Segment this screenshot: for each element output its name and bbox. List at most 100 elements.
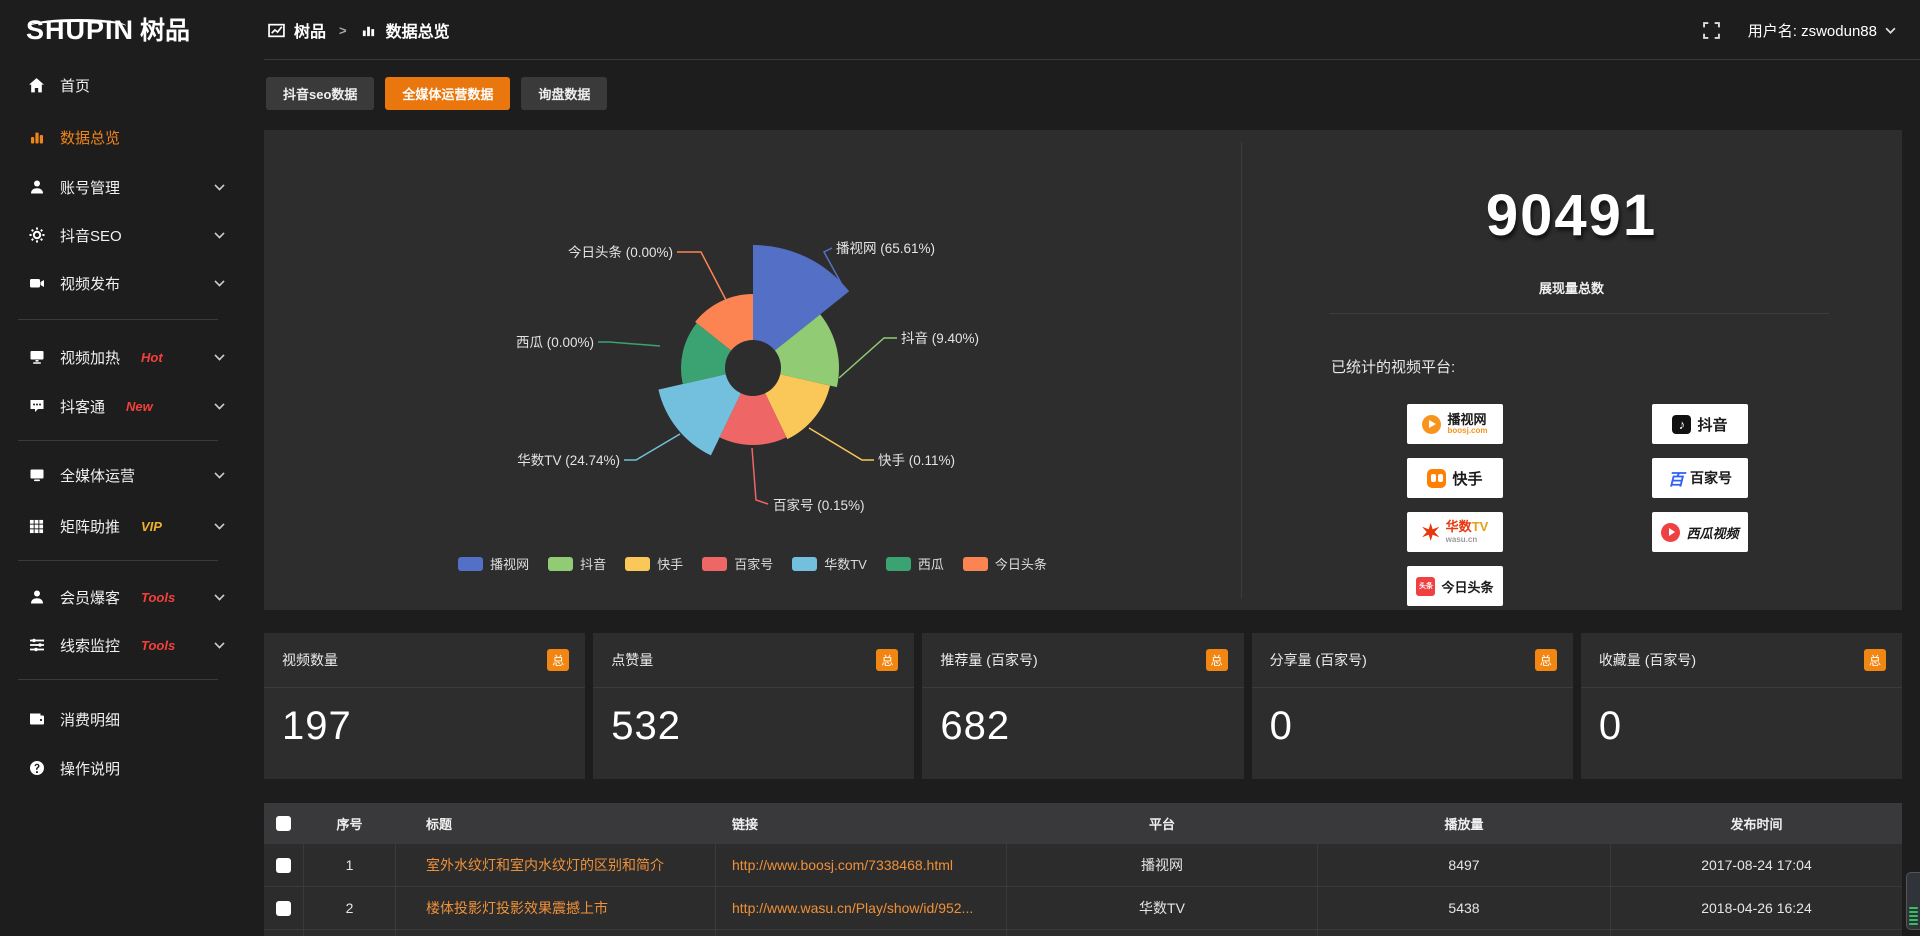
total-badge[interactable]: 总	[1864, 649, 1886, 671]
row-checkbox[interactable]	[276, 858, 291, 873]
sidebar-item-doukewtong[interactable]: 抖客通 New	[0, 391, 240, 421]
legend-item[interactable]: 今日头条	[963, 554, 1047, 573]
xigua-play-icon	[1661, 523, 1680, 542]
sidebar-divider	[18, 440, 218, 441]
sidebar-item-help[interactable]: 操作说明	[0, 753, 240, 783]
platform-logo-douyin: 抖音	[1652, 404, 1748, 444]
cell-no: 1	[304, 844, 396, 886]
video-camera-icon	[28, 275, 45, 292]
video-title-link[interactable]: 楼体投影灯投影效果震撼上市	[426, 898, 608, 918]
table-row: 1 室外水纹灯和室内水纹灯的区别和简介 http://www.boosj.com…	[264, 843, 1902, 886]
floating-widget[interactable]	[1906, 872, 1920, 930]
legend-item[interactable]: 百家号	[702, 554, 773, 573]
gear-icon	[28, 227, 45, 244]
video-url-link[interactable]: http://www.wasu.cn/Play/show/id/952...	[732, 900, 973, 916]
legend-item[interactable]: 抖音	[548, 554, 606, 573]
user-menu[interactable]: 用户名: zswodun88	[1748, 20, 1896, 41]
cell-time: 2017-08-24 17:04	[1611, 844, 1902, 886]
sidebar-item-member-burst[interactable]: 会员爆客 Tools	[0, 582, 240, 612]
stat-cards-row: 视频数量总 197 点赞量总 532 推荐量 (百家号)总 682 分享量 (百…	[264, 633, 1902, 779]
pie-slice-华数TV	[658, 374, 740, 455]
stat-value: 682	[922, 704, 1243, 749]
tab-omnimedia-data[interactable]: 全媒体运营数据	[385, 77, 510, 110]
legend-item[interactable]: 西瓜	[886, 554, 944, 573]
kuaishou-icon	[1427, 469, 1446, 488]
logo-arc	[30, 19, 126, 33]
sidebar-item-expense-detail[interactable]: 消费明细	[0, 704, 240, 734]
data-tabs: 抖音seo数据 全媒体运营数据 询盘数据	[266, 77, 607, 110]
pie-label-boshiwang: 播视网 (65.61%)	[836, 237, 935, 257]
monitor-icon	[28, 349, 45, 366]
tab-inquiry-data[interactable]: 询盘数据	[521, 77, 607, 110]
stat-value: 197	[264, 704, 585, 749]
row-checkbox[interactable]	[276, 901, 291, 916]
select-all-checkbox[interactable]	[276, 816, 291, 831]
breadcrumb-root[interactable]: 树品	[294, 18, 326, 42]
platforms-title: 已统计的视频平台:	[1331, 356, 1455, 377]
stat-value: 532	[593, 704, 914, 749]
platform-logo-wasutv: 华数TV wasu.cn	[1407, 512, 1503, 552]
sidebar-item-video-publish[interactable]: 视频发布	[0, 268, 240, 298]
overview-panel: 播视网 (65.61%) 抖音 (9.40%) 快手 (0.11%) 百家号 (…	[264, 130, 1902, 610]
table-row: 2 楼体投影灯投影效果震撼上市 http://www.wasu.cn/Play/…	[264, 886, 1902, 929]
sliders-icon	[28, 637, 45, 654]
platform-logo-toutiao: 头条 今日头条	[1407, 566, 1503, 606]
sidebar-item-data-overview[interactable]: 数据总览	[0, 122, 240, 152]
fullscreen-icon[interactable]	[1703, 22, 1720, 39]
legend-item[interactable]: 播视网	[458, 554, 529, 573]
legend-item[interactable]: 快手	[625, 554, 683, 573]
col-header-title: 标题	[396, 803, 716, 843]
sidebar-item-account[interactable]: 账号管理	[0, 172, 240, 202]
videos-table: 序号 标题 链接 平台 播放量 发布时间 1 室外水纹灯和室内水纹灯的区别和简介…	[264, 803, 1902, 936]
platform-logo-kuaishou: 快手	[1407, 458, 1503, 498]
sidebar-item-home[interactable]: 首页	[0, 70, 240, 100]
sidebar-item-video-heat[interactable]: 视频加热 Hot	[0, 342, 240, 372]
video-url-link[interactable]: http://www.boosj.com/7338468.html	[732, 857, 953, 873]
total-badge[interactable]: 总	[547, 649, 569, 671]
sidebar-item-omnimedia[interactable]: 全媒体运营	[0, 460, 240, 490]
chevron-down-icon	[214, 399, 224, 409]
cell-no: 2	[304, 887, 396, 929]
cell-time: 2018-04-26 16:24	[1611, 887, 1902, 929]
boosj-play-icon	[1422, 415, 1441, 434]
total-badge[interactable]: 总	[1535, 649, 1557, 671]
chart-icon	[28, 129, 45, 146]
cell-platform: 播视网	[1007, 844, 1318, 886]
platform-logo-xigua: 西瓜视频	[1652, 512, 1748, 552]
app-logo[interactable]: SHUPIN 树品	[0, 17, 240, 44]
stat-card-recommends: 推荐量 (百家号)总 682	[922, 633, 1243, 779]
cell-plays: 5438	[1318, 887, 1611, 929]
cell-plays: 8497	[1318, 844, 1611, 886]
screen-icon	[28, 467, 45, 484]
table-header-row: 序号 标题 链接 平台 播放量 发布时间	[264, 803, 1902, 843]
total-badge[interactable]: 总	[876, 649, 898, 671]
question-circle-icon	[28, 760, 45, 777]
stat-card-shares: 分享量 (百家号)总 0	[1252, 633, 1573, 779]
sidebar-item-lead-monitor[interactable]: 线索监控 Tools	[0, 630, 240, 660]
pie-label-xigua: 西瓜 (0.00%)	[516, 331, 594, 351]
stat-card-favorites: 收藏量 (百家号)总 0	[1581, 633, 1902, 779]
total-impressions-label: 展现量总数	[1241, 278, 1902, 297]
chevron-down-icon	[214, 590, 224, 600]
breadcrumb-separator: >	[335, 23, 351, 38]
chevron-down-icon	[214, 350, 224, 360]
hot-badge: Hot	[141, 350, 163, 365]
stat-card-video-count: 视频数量总 197	[264, 633, 585, 779]
grid-icon	[28, 518, 45, 535]
wasu-star-icon	[1422, 523, 1440, 541]
sidebar-item-douyin-seo[interactable]: 抖音SEO	[0, 220, 240, 250]
platform-logo-boshiwang: 播视网boosj.com	[1407, 404, 1503, 444]
image-icon	[268, 22, 285, 39]
sidebar-item-matrix-boost[interactable]: 矩阵助推 VIP	[0, 511, 240, 541]
pie-label-wasutv: 华数TV (24.74%)	[517, 449, 620, 469]
total-badge[interactable]: 总	[1206, 649, 1228, 671]
video-title-link[interactable]: 室外水纹灯和室内水纹灯的区别和简介	[426, 855, 664, 875]
baijiahao-icon: 百	[1668, 466, 1684, 490]
wallet-icon	[28, 711, 45, 728]
rose-pie-svg[interactable]	[264, 130, 1241, 610]
tab-douyin-seo-data[interactable]: 抖音seo数据	[266, 77, 374, 110]
home-icon	[28, 77, 45, 94]
tools-badge: Tools	[141, 590, 175, 605]
legend-item[interactable]: 华数TV	[792, 554, 867, 573]
pie-label-baijiahao: 百家号 (0.15%)	[773, 494, 865, 514]
